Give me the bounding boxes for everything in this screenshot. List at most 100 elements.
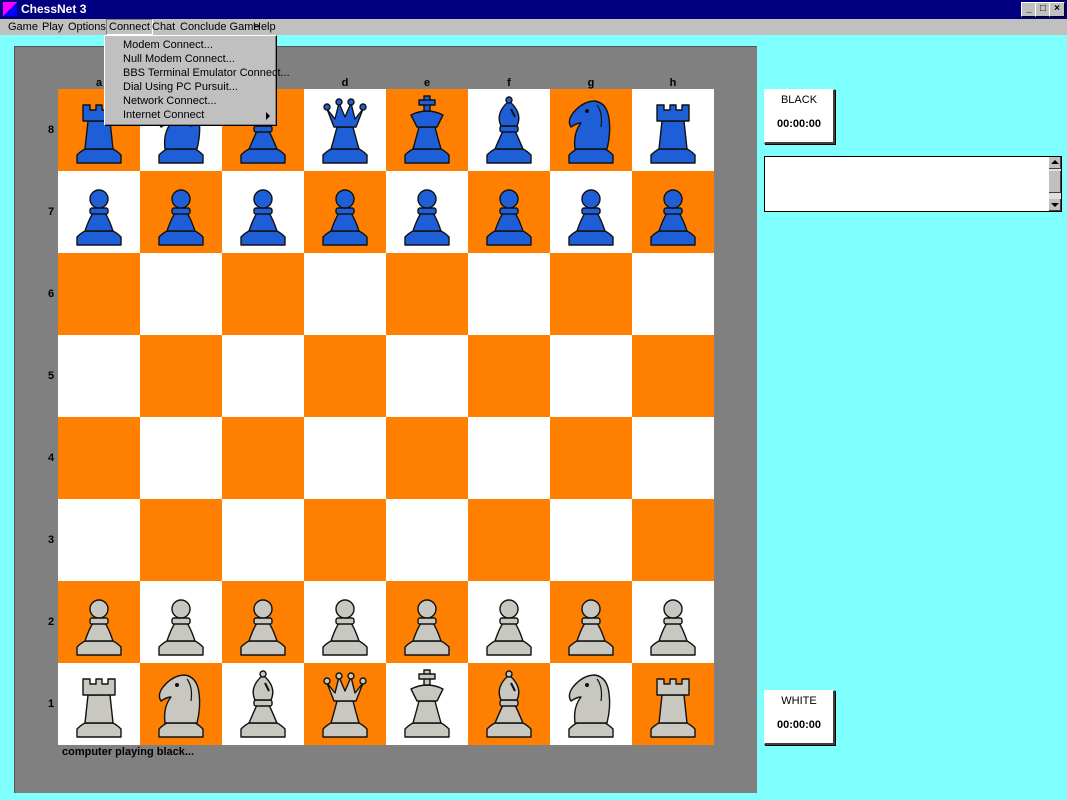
square-c3[interactable] [222,499,304,581]
square-g3[interactable] [550,499,632,581]
title-bar: ChessNet 3 _ □ × [0,0,1067,19]
square-c5[interactable] [222,335,304,417]
submenu-arrow-icon [266,112,270,120]
square-c2[interactable] [222,581,304,663]
square-f3[interactable] [468,499,550,581]
square-e7[interactable] [386,171,468,253]
scroll-up-icon[interactable] [1049,157,1061,169]
square-h3[interactable] [632,499,714,581]
square-a6[interactable] [58,253,140,335]
menu-dial-pc-pursuit[interactable]: Dial Using PC Pursuit... [123,80,238,94]
square-e1[interactable] [386,663,468,745]
square-f2[interactable] [468,581,550,663]
square-c1[interactable] [222,663,304,745]
menu-game[interactable]: Game [6,20,40,34]
chat-log[interactable] [764,156,1062,212]
square-d7[interactable] [304,171,386,253]
square-g7[interactable] [550,171,632,253]
square-f7[interactable] [468,171,550,253]
black-clock: BLACK 00:00:00 [764,89,835,144]
square-g4[interactable] [550,417,632,499]
square-h5[interactable] [632,335,714,417]
square-d6[interactable] [304,253,386,335]
square-h2[interactable] [632,581,714,663]
square-g1[interactable] [550,663,632,745]
close-button[interactable]: × [1049,2,1065,17]
square-h4[interactable] [632,417,714,499]
app-icon[interactable] [3,2,17,16]
square-e5[interactable] [386,335,468,417]
square-b3[interactable] [140,499,222,581]
square-d5[interactable] [304,335,386,417]
rank-label-5: 5 [48,370,55,382]
scroll-down-icon[interactable] [1049,199,1061,211]
rank-label-2: 2 [48,616,55,628]
square-e3[interactable] [386,499,468,581]
square-g6[interactable] [550,253,632,335]
square-a2[interactable] [58,581,140,663]
menu-null-modem-connect[interactable]: Null Modem Connect... [123,52,235,66]
square-h6[interactable] [632,253,714,335]
status-message: computer playing black... [62,746,195,758]
square-a7[interactable] [58,171,140,253]
square-f6[interactable] [468,253,550,335]
white-clock-label: WHITE [781,695,817,707]
square-f5[interactable] [468,335,550,417]
square-a3[interactable] [58,499,140,581]
square-h7[interactable] [632,171,714,253]
square-b5[interactable] [140,335,222,417]
square-a5[interactable] [58,335,140,417]
window-title: ChessNet 3 [21,2,87,16]
file-label-f: f [507,77,511,89]
rank-label-4: 4 [48,452,55,464]
square-b4[interactable] [140,417,222,499]
square-e2[interactable] [386,581,468,663]
menu-bbs-terminal-connect[interactable]: BBS Terminal Emulator Connect... [123,66,290,80]
black-clock-label: BLACK [780,94,818,106]
square-f8[interactable] [468,89,550,171]
menu-network-connect[interactable]: Network Connect... [123,94,217,108]
rank-label-1: 1 [48,698,55,710]
square-c7[interactable] [222,171,304,253]
square-g5[interactable] [550,335,632,417]
white-clock-time: 00:00:00 [776,719,822,731]
square-c6[interactable] [222,253,304,335]
scroll-thumb[interactable] [1049,171,1061,193]
menu-conclude-game[interactable]: Conclude Game [178,20,262,34]
square-d4[interactable] [304,417,386,499]
square-d3[interactable] [304,499,386,581]
square-d2[interactable] [304,581,386,663]
connect-dropdown-menu: Modem Connect... Null Modem Connect... B… [104,35,290,126]
square-d1[interactable] [304,663,386,745]
menu-connect[interactable]: Connect [106,19,153,35]
square-c4[interactable] [222,417,304,499]
square-a1[interactable] [58,663,140,745]
menu-internet-connect[interactable]: Internet Connect [123,108,204,122]
chat-scrollbar[interactable] [1049,157,1061,211]
menu-options[interactable]: Options [66,20,108,34]
file-label-h: h [669,77,677,89]
menu-chat[interactable]: Chat [150,20,177,34]
square-h1[interactable] [632,663,714,745]
square-b1[interactable] [140,663,222,745]
square-h8[interactable] [632,89,714,171]
rank-label-7: 7 [48,206,55,218]
chessboard[interactable] [58,89,714,745]
menu-play[interactable]: Play [40,20,65,34]
menu-help[interactable]: Help [251,20,278,34]
square-b7[interactable] [140,171,222,253]
square-f4[interactable] [468,417,550,499]
square-f1[interactable] [468,663,550,745]
square-e4[interactable] [386,417,468,499]
menu-modem-connect[interactable]: Modem Connect... [123,38,213,52]
square-e6[interactable] [386,253,468,335]
square-g8[interactable] [550,89,632,171]
square-b6[interactable] [140,253,222,335]
square-b2[interactable] [140,581,222,663]
square-e8[interactable] [386,89,468,171]
black-clock-time: 00:00:00 [776,118,822,130]
file-label-d: d [341,77,349,89]
square-g2[interactable] [550,581,632,663]
square-a4[interactable] [58,417,140,499]
square-d8[interactable] [304,89,386,171]
